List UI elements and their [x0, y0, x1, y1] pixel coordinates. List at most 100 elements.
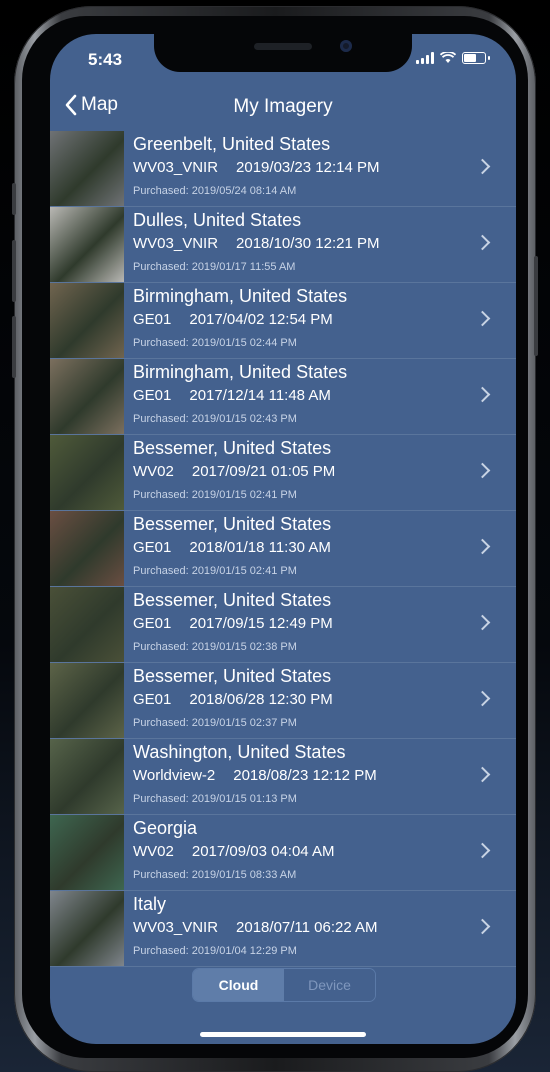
item-purchased-date: Purchased: 2019/01/15 02:37 PM [133, 717, 297, 729]
item-sensor: WV03_VNIR [133, 919, 219, 936]
silent-switch [12, 183, 16, 215]
speaker-grille [254, 43, 312, 50]
power-button [534, 256, 538, 356]
item-sensor: GE01 [133, 311, 172, 328]
chevron-right-icon [474, 842, 491, 859]
item-purchased-date: Purchased: 2019/01/15 02:41 PM [133, 565, 297, 577]
item-details: GE01 2017/04/02 12:54 PM [133, 311, 333, 328]
list-item[interactable]: Italy WV03_VNIR 2018/07/11 06:22 AM Purchas… [50, 891, 516, 967]
notch [154, 34, 412, 72]
list-item[interactable]: Dulles, United States WV03_VNIR 2018/10/30… [50, 207, 516, 283]
imagery-thumbnail [50, 663, 124, 738]
chevron-right-icon [474, 918, 491, 935]
wifi-icon [440, 52, 456, 63]
list-item[interactable]: Bessemer, United States GE01 2017/09/15 12… [50, 587, 516, 663]
item-purchased-date: Purchased: 2019/01/15 01:13 PM [133, 793, 297, 805]
item-details: GE01 2018/01/18 11:30 AM [133, 539, 331, 556]
list-item[interactable]: Washington, United States Worldview-2 2018… [50, 739, 516, 815]
imagery-thumbnail [50, 435, 124, 510]
item-sensor: WV03_VNIR [133, 235, 219, 252]
item-sensor: GE01 [133, 615, 172, 632]
imagery-thumbnail [50, 207, 124, 282]
item-location: Birmingham, United States [133, 362, 348, 382]
item-capture-date: 2018/07/11 06:22 AM [236, 919, 378, 936]
chevron-right-icon [474, 690, 491, 707]
segment-cloud[interactable]: Cloud [193, 969, 284, 1001]
item-purchased-date: Purchased: 2019/01/15 02:41 PM [133, 489, 297, 501]
imagery-thumbnail [50, 815, 124, 890]
item-details: WV03_VNIR 2018/10/30 12:21 PM [133, 235, 379, 252]
list-item[interactable]: Bessemer, United States GE01 2018/01/18 11… [50, 511, 516, 587]
item-capture-date: 2018/06/28 12:30 PM [189, 691, 333, 708]
list-item[interactable]: Greenbelt, United States WV03_VNIR 2019/03… [50, 131, 516, 207]
chevron-right-icon [474, 462, 491, 479]
item-sensor: Worldview-2 [133, 767, 216, 784]
item-details: Worldview-2 2018/08/23 12:12 PM [133, 767, 377, 784]
item-location: Bessemer, United States [133, 666, 332, 686]
status-icons [416, 52, 490, 64]
battery-icon [462, 52, 486, 64]
imagery-thumbnail [50, 131, 124, 206]
battery-cap [488, 56, 490, 60]
item-capture-date: 2017/09/03 04:04 AM [191, 843, 335, 860]
list-item[interactable]: Bessemer, United States WV02 2017/09/21 01… [50, 435, 516, 511]
item-capture-date: 2017/09/15 12:49 PM [189, 615, 333, 632]
item-capture-date: 2017/09/21 01:05 PM [191, 463, 336, 480]
volume-down-button [12, 316, 16, 378]
item-purchased-date: Purchased: 2019/01/15 08:33 AM [133, 869, 297, 881]
imagery-thumbnail [50, 511, 124, 586]
list-item[interactable]: Birmingham, United States GE01 2017/12/14 … [50, 359, 516, 435]
item-capture-date: 2019/03/23 12:14 PM [236, 159, 380, 176]
item-details: GE01 2017/12/14 11:48 AM [133, 387, 331, 404]
list-item[interactable]: Birmingham, United States GE01 2017/04/02 … [50, 283, 516, 359]
item-details: WV03_VNIR 2019/03/23 12:14 PM [133, 159, 379, 176]
item-capture-date: 2018/08/23 12:12 PM [233, 767, 377, 784]
item-location: Georgia [133, 818, 198, 838]
item-location: Bessemer, United States [133, 438, 332, 458]
item-details: WV02 2017/09/03 04:04 AM [133, 843, 334, 860]
app-screen: 5:43 Map My Imagery Greenbelt, United St… [50, 34, 516, 1044]
item-details: GE01 2018/06/28 12:30 PM [133, 691, 333, 708]
chevron-right-icon [474, 766, 491, 783]
item-location: Greenbelt, United States [133, 134, 331, 154]
item-location: Birmingham, United States [133, 286, 348, 306]
item-purchased-date: Purchased: 2019/05/24 08:14 AM [133, 185, 297, 197]
item-capture-date: 2017/04/02 12:54 PM [189, 311, 333, 328]
page-title: My Imagery [233, 96, 333, 117]
list-item[interactable]: Georgia WV02 2017/09/03 04:04 AM Purchased:… [50, 815, 516, 891]
imagery-list: Greenbelt, United States WV03_VNIR 2019/03… [50, 131, 516, 967]
item-capture-date: 2018/10/30 12:21 PM [236, 235, 380, 252]
storage-segmented-control: Cloud Device [192, 968, 376, 1002]
list-item[interactable]: Bessemer, United States GE01 2018/06/28 12… [50, 663, 516, 739]
item-capture-date: 2018/01/18 11:30 AM [189, 539, 331, 556]
imagery-thumbnail [50, 891, 124, 966]
item-details: GE01 2017/09/15 12:49 PM [133, 615, 333, 632]
chevron-right-icon [474, 234, 491, 251]
home-indicator [200, 1032, 366, 1037]
item-location: Bessemer, United States [133, 590, 332, 610]
item-sensor: WV03_VNIR [133, 159, 219, 176]
chevron-right-icon [474, 158, 491, 175]
chevron-right-icon [474, 614, 491, 631]
item-purchased-date: Purchased: 2019/01/15 02:43 PM [133, 413, 297, 425]
item-purchased-date: Purchased: 2019/01/17 11:55 AM [133, 261, 296, 273]
imagery-thumbnail [50, 587, 124, 662]
item-purchased-date: Purchased: 2019/01/04 12:29 PM [133, 945, 297, 957]
chevron-right-icon [474, 386, 491, 403]
item-purchased-date: Purchased: 2019/01/15 02:44 PM [133, 337, 297, 349]
item-sensor: WV02 [133, 843, 174, 860]
item-sensor: GE01 [133, 539, 172, 556]
item-sensor: WV02 [133, 463, 174, 480]
imagery-thumbnail [50, 283, 124, 358]
item-location: Bessemer, United States [133, 514, 332, 534]
item-sensor: GE01 [133, 387, 172, 404]
item-details: WV03_VNIR 2018/07/11 06:22 AM [133, 919, 378, 936]
front-camera-icon [340, 40, 352, 52]
segment-device[interactable]: Device [284, 969, 375, 1001]
item-location: Italy [133, 894, 167, 914]
item-details: WV02 2017/09/21 01:05 PM [133, 463, 335, 480]
item-location: Washington, United States [133, 742, 346, 762]
item-purchased-date: Purchased: 2019/01/15 02:38 PM [133, 641, 297, 653]
item-sensor: GE01 [133, 691, 172, 708]
chevron-right-icon [474, 538, 491, 555]
